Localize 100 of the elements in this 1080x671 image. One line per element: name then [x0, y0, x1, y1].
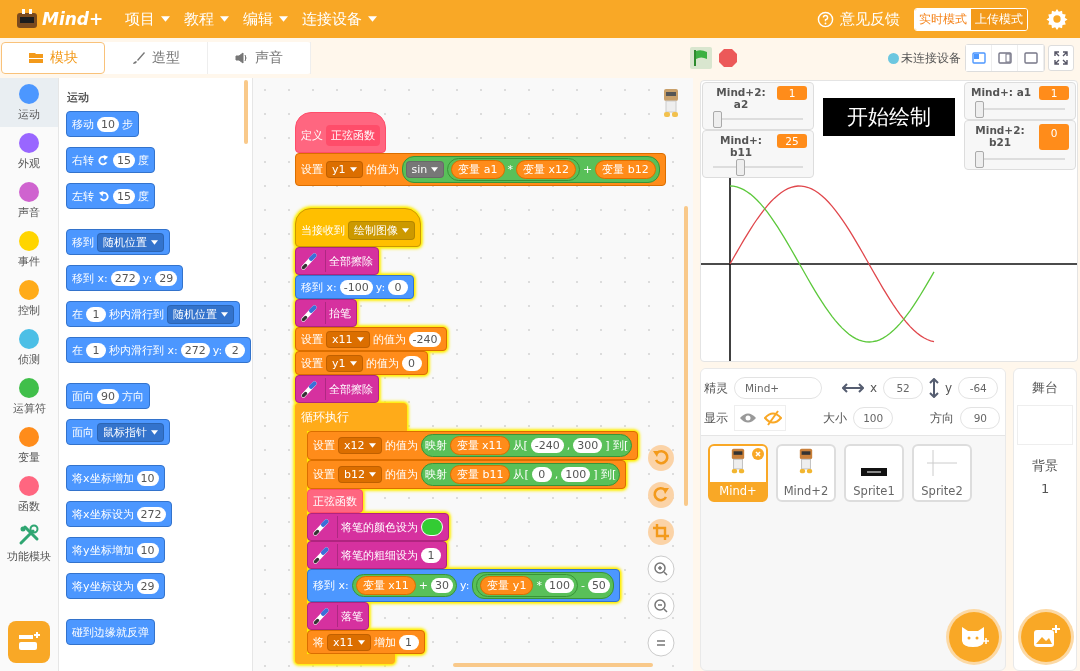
code-block[interactable]: 将x坐标设为 272 [66, 501, 172, 527]
add-backdrop-button[interactable] [1021, 612, 1071, 662]
number-input[interactable]: 300 [573, 438, 603, 453]
code-block[interactable]: 全部擦除 [295, 247, 379, 275]
code-block[interactable]: 移到 x: 变量 x11 + 30 y: 变量 y1 * 100 - 50 [307, 569, 620, 602]
code-block[interactable]: 将x坐标增加 10 [66, 465, 165, 491]
number-input[interactable]: 100 [561, 467, 591, 482]
redo-icon[interactable] [647, 481, 675, 509]
code-block[interactable]: 移到 随机位置 [66, 229, 170, 255]
operator-reporter[interactable]: 映射 变量 x11 从[ -240 , 300 ] 到[ [420, 434, 633, 457]
scrollbar[interactable] [453, 663, 653, 667]
number-input[interactable]: 272 [110, 270, 140, 286]
number-input[interactable]: 15 [113, 152, 135, 168]
category-item[interactable]: 功能模块 [0, 519, 58, 568]
number-input[interactable]: 272 [136, 506, 166, 522]
slider-thumb[interactable] [975, 151, 984, 168]
code-block[interactable]: 面向 90 方向 [66, 383, 150, 409]
number-input[interactable]: 90 [97, 388, 119, 404]
number-input[interactable]: 2 [225, 342, 246, 358]
code-block[interactable]: 将笔的颜色设为 [307, 513, 449, 541]
slider-thumb[interactable] [713, 111, 722, 128]
add-sprite-button[interactable] [949, 612, 1000, 662]
zoom-out-icon[interactable] [647, 592, 675, 620]
operator-reporter[interactable]: 变量 y1 * 100 - 50 [472, 572, 614, 599]
operator-reporter[interactable]: sin 变量 a1 * 变量 x12 + 变量 b12 [401, 156, 660, 183]
number-input[interactable]: 272 [180, 342, 210, 358]
code-block[interactable]: 在 1 秒内滑行到 x: 272 y: 2 [66, 337, 252, 363]
editor-tab[interactable]: 声音 [208, 42, 311, 74]
code-block[interactable]: 设置 y1 的值为 0 [295, 351, 428, 375]
category-item[interactable]: 外观 [0, 127, 58, 176]
sprite-tile[interactable]: Sprite1 [844, 444, 904, 502]
code-block[interactable]: 面向 鼠标指针 [66, 419, 170, 445]
code-block[interactable]: 设置 y1 的值为 sin 变量 a1 * 变量 x12 + 变量 b12 [295, 153, 666, 186]
number-input[interactable]: 10 [97, 116, 119, 132]
dropdown[interactable]: 鼠标指针 [97, 422, 164, 442]
number-input[interactable]: 50 [587, 578, 610, 593]
category-item[interactable]: 函数 [0, 470, 58, 519]
number-input[interactable]: 30 [430, 578, 453, 593]
category-item[interactable]: 运动 [0, 78, 58, 127]
code-block[interactable]: 右转 15 度 [66, 147, 155, 173]
zoom-reset-icon[interactable] [647, 629, 675, 657]
number-input[interactable]: 29 [136, 578, 159, 594]
crop-icon[interactable] [647, 518, 675, 546]
flag-button[interactable] [690, 47, 712, 69]
code-block[interactable]: 移到 x: -100 y: 0 [295, 275, 415, 299]
number-input[interactable]: 1 [398, 634, 419, 650]
category-item[interactable]: 侦测 [0, 323, 58, 372]
dropdown[interactable]: 随机位置 [97, 232, 164, 252]
number-input[interactable]: 10 [136, 470, 159, 486]
code-block[interactable]: 落笔 [307, 602, 369, 630]
code-block[interactable]: 设置 b12 的值为 映射 变量 b11 从[ 0 , 100 ] 到[ [307, 460, 627, 489]
number-input[interactable]: 0 [531, 467, 552, 482]
code-block[interactable]: 将y坐标设为 29 [66, 573, 165, 599]
code-block[interactable]: 在 1 秒内滑行到 随机位置 [66, 301, 240, 327]
extension-button[interactable] [8, 621, 50, 663]
number-input[interactable]: 10 [136, 542, 159, 558]
settings-icon[interactable] [1046, 8, 1068, 30]
operator-reporter[interactable]: 变量 x11 + 30 [351, 574, 457, 597]
code-block[interactable]: 设置 x12 的值为 映射 变量 x11 从[ -240 , 300 ] 到[ [307, 431, 639, 460]
number-input[interactable]: 1 [421, 547, 441, 563]
loop-block[interactable]: 循环执行 设置 x12 的值为 映射 变量 x11 从[ -240 , 300 ] 到[ 设置 b12 的值为 映射 变量 b11 从[ 0 , 100 ] 到[ 正弦函数 将笔的颜色设为 将笔的粗细设为 1 移到 x: 变量 x11 + 30 y: 变量 y1 * 100 - 50 落笔 将 x11 增加 1 [295, 403, 639, 664]
dropdown[interactable]: sin [405, 161, 445, 178]
slider-thumb[interactable] [735, 159, 745, 176]
code-block[interactable]: 全部擦除 [295, 375, 379, 403]
number-input[interactable]: 0 [388, 279, 409, 295]
operator-reporter[interactable]: 映射 变量 b11 从[ 0 , 100 ] 到[ [421, 463, 621, 486]
sprite-tile[interactable]: Mind+2 [776, 444, 836, 502]
code-block[interactable]: 抬笔 [295, 299, 357, 327]
number-input[interactable]: 100 [544, 578, 574, 593]
number-input[interactable]: 1 [86, 306, 106, 322]
number-input[interactable]: -100 [339, 279, 373, 295]
code-block[interactable]: 移动 10 步 [66, 111, 139, 137]
code-block[interactable]: 左转 15 度 [66, 183, 155, 209]
operator-reporter[interactable]: 变量 y1 * 100 [476, 574, 578, 597]
scrollbar[interactable] [684, 206, 688, 506]
code-block[interactable]: 移到 x: 272 y: 29 [66, 265, 184, 291]
layout-button[interactable] [966, 45, 992, 71]
sprite-tile[interactable]: Sprite2 [912, 444, 972, 502]
category-item[interactable]: 声音 [0, 176, 58, 225]
dropdown[interactable]: 随机位置 [167, 304, 234, 324]
code-block[interactable]: 将y坐标增加 10 [66, 537, 165, 563]
number-input[interactable]: -240 [408, 331, 442, 347]
number-input[interactable]: 0 [401, 355, 422, 371]
code-block[interactable]: 将笔的粗细设为 1 [307, 541, 447, 569]
code-block[interactable]: 将 x11 增加 1 [307, 630, 425, 654]
editor-tab[interactable]: 造型 [105, 42, 208, 74]
number-input[interactable]: -240 [530, 438, 564, 453]
zoom-in-icon[interactable] [647, 555, 675, 583]
slider-thumb[interactable] [975, 101, 984, 118]
category-item[interactable]: 控制 [0, 274, 58, 323]
number-input[interactable]: 29 [155, 270, 178, 286]
code-block[interactable]: 设置 x11 的值为 -240 [295, 327, 448, 351]
color-swatch[interactable] [421, 518, 443, 536]
scrollbar[interactable] [244, 80, 248, 144]
number-input[interactable]: 15 [113, 188, 135, 204]
close-icon[interactable] [752, 448, 764, 460]
fullscreen-button[interactable] [1048, 45, 1074, 71]
stop-icon[interactable] [718, 48, 738, 68]
category-item[interactable]: 运算符 [0, 372, 58, 421]
undo-icon[interactable] [647, 444, 675, 472]
